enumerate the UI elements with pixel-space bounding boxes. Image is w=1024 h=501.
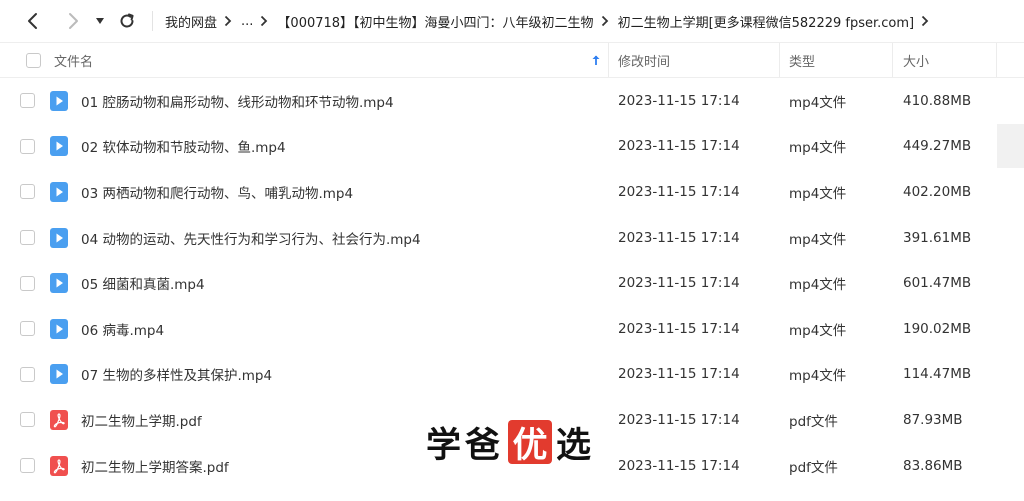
row-checkbox[interactable]	[20, 352, 35, 398]
file-list-header: 文件名 修改时间 类型 大小	[0, 42, 1024, 78]
breadcrumb-item-current[interactable]: 初二生物上学期[更多课程微信582229 fpser.com]	[618, 12, 915, 31]
row-checkbox[interactable]	[20, 169, 35, 215]
breadcrumb-arrow-icon	[921, 15, 931, 27]
table-row[interactable]: 01 腔肠动物和扁形动物、线形动物和环节动物.mp4 2023-11-15 17…	[0, 78, 1024, 124]
column-header-modified[interactable]: 修改时间	[618, 43, 670, 77]
row-checkbox[interactable]	[20, 443, 35, 489]
file-type: mp4文件	[789, 185, 847, 202]
file-size: 114.47MB	[903, 366, 972, 383]
file-size: 391.61MB	[903, 229, 972, 246]
file-modified: 2023-11-15 17:14	[618, 320, 740, 337]
chevron-left-icon	[28, 13, 37, 29]
table-row[interactable]: 04 动物的运动、先天性行为和学习行为、社会行为.mp4 2023-11-15 …	[0, 215, 1024, 261]
row-checkbox[interactable]	[20, 306, 35, 352]
video-file-icon	[50, 306, 68, 352]
row-checkbox[interactable]	[20, 78, 35, 124]
watermark-text: 选	[556, 424, 596, 466]
video-file-icon	[50, 215, 68, 261]
breadcrumb-arrow-icon	[224, 15, 234, 27]
forward-button[interactable]	[60, 8, 86, 34]
breadcrumb-arrow-icon	[260, 15, 270, 27]
file-name[interactable]: 初二生物上学期答案.pdf	[81, 443, 229, 489]
file-modified: 2023-11-15 17:14	[618, 229, 740, 246]
file-name[interactable]: 03 两栖动物和爬行动物、鸟、哺乳动物.mp4	[81, 169, 353, 215]
file-modified: 2023-11-15 17:14	[618, 92, 740, 109]
breadcrumb-arrow-icon	[601, 15, 611, 27]
file-name[interactable]: 初二生物上学期.pdf	[81, 397, 202, 443]
history-dropdown-button[interactable]	[92, 8, 108, 34]
file-type: mp4文件	[789, 94, 847, 111]
column-header-name[interactable]: 文件名	[54, 43, 93, 77]
file-modified: 2023-11-15 17:14	[618, 275, 740, 292]
caret-down-icon	[96, 18, 104, 24]
file-size: 449.27MB	[903, 138, 972, 155]
file-size: 410.88MB	[903, 92, 972, 109]
file-name[interactable]: 01 腔肠动物和扁形动物、线形动物和环节动物.mp4	[81, 78, 394, 124]
file-modified: 2023-11-15 17:14	[618, 457, 740, 474]
select-all-checkbox[interactable]	[26, 43, 41, 77]
file-modified: 2023-11-15 17:14	[618, 366, 740, 383]
refresh-icon	[120, 13, 134, 28]
table-row[interactable]: 07 生物的多样性及其保护.mp4 2023-11-15 17:14 mp4文件…	[0, 352, 1024, 398]
column-divider	[608, 43, 609, 77]
row-checkbox[interactable]	[20, 124, 35, 170]
breadcrumb-item-course[interactable]: 【000718】【初中生物】海曼小四门：八年级初二生物	[277, 12, 593, 31]
video-file-icon	[50, 352, 68, 398]
table-row[interactable]: 02 软体动物和节肢动物、鱼.mp4 2023-11-15 17:14 mp4文…	[0, 124, 1024, 170]
breadcrumb-item-home[interactable]: 我的网盘	[165, 12, 217, 31]
file-type: mp4文件	[789, 322, 847, 339]
pdf-file-icon	[50, 397, 68, 443]
watermark-logo: 学爸 优 选	[426, 418, 595, 466]
pdf-file-icon	[50, 443, 68, 489]
file-size: 601.47MB	[903, 275, 972, 292]
file-name[interactable]: 02 软体动物和节肢动物、鱼.mp4	[81, 124, 286, 170]
scrollbar-thumb[interactable]	[997, 124, 1024, 168]
column-divider	[996, 43, 997, 77]
sort-ascending-icon[interactable]	[591, 43, 601, 77]
file-size: 190.02MB	[903, 320, 972, 337]
table-row[interactable]: 03 两栖动物和爬行动物、鸟、哺乳动物.mp4 2023-11-15 17:14…	[0, 169, 1024, 215]
file-type: mp4文件	[789, 277, 847, 294]
watermark-highlight: 优	[508, 420, 553, 466]
breadcrumb: 我的网盘 ... 【000718】【初中生物】海曼小四门：八年级初二生物 初二生…	[165, 12, 938, 31]
nav-divider	[152, 11, 153, 31]
video-file-icon	[50, 169, 68, 215]
column-divider	[892, 43, 893, 77]
chevron-right-icon	[69, 13, 78, 29]
file-type: mp4文件	[789, 368, 847, 385]
navigation-bar: 我的网盘 ... 【000718】【初中生物】海曼小四门：八年级初二生物 初二生…	[0, 0, 1024, 42]
file-type: pdf文件	[789, 459, 838, 476]
breadcrumb-item-ellipsis[interactable]: ...	[241, 14, 253, 29]
row-checkbox[interactable]	[20, 260, 35, 306]
file-name[interactable]: 06 病毒.mp4	[81, 306, 164, 352]
watermark-text: 学爸	[426, 424, 505, 466]
refresh-button[interactable]	[114, 8, 140, 34]
file-type: mp4文件	[789, 140, 847, 157]
file-name[interactable]: 05 细菌和真菌.mp4	[81, 260, 205, 306]
table-row[interactable]: 06 病毒.mp4 2023-11-15 17:14 mp4文件 190.02M…	[0, 306, 1024, 352]
video-file-icon	[50, 124, 68, 170]
video-file-icon	[50, 260, 68, 306]
file-modified: 2023-11-15 17:14	[618, 183, 740, 200]
file-type: pdf文件	[789, 413, 838, 430]
file-type: mp4文件	[789, 231, 847, 248]
file-size: 87.93MB	[903, 411, 963, 428]
file-size: 83.86MB	[903, 457, 963, 474]
file-modified: 2023-11-15 17:14	[618, 411, 740, 428]
video-file-icon	[50, 78, 68, 124]
row-checkbox[interactable]	[20, 397, 35, 443]
back-button[interactable]	[20, 8, 46, 34]
column-divider	[779, 43, 780, 77]
column-header-type[interactable]: 类型	[789, 43, 815, 77]
column-header-size[interactable]: 大小	[903, 43, 929, 77]
row-checkbox[interactable]	[20, 215, 35, 261]
table-row[interactable]: 05 细菌和真菌.mp4 2023-11-15 17:14 mp4文件 601.…	[0, 260, 1024, 306]
file-name[interactable]: 04 动物的运动、先天性行为和学习行为、社会行为.mp4	[81, 215, 421, 261]
file-modified: 2023-11-15 17:14	[618, 138, 740, 155]
file-size: 402.20MB	[903, 183, 972, 200]
file-name[interactable]: 07 生物的多样性及其保护.mp4	[81, 352, 272, 398]
